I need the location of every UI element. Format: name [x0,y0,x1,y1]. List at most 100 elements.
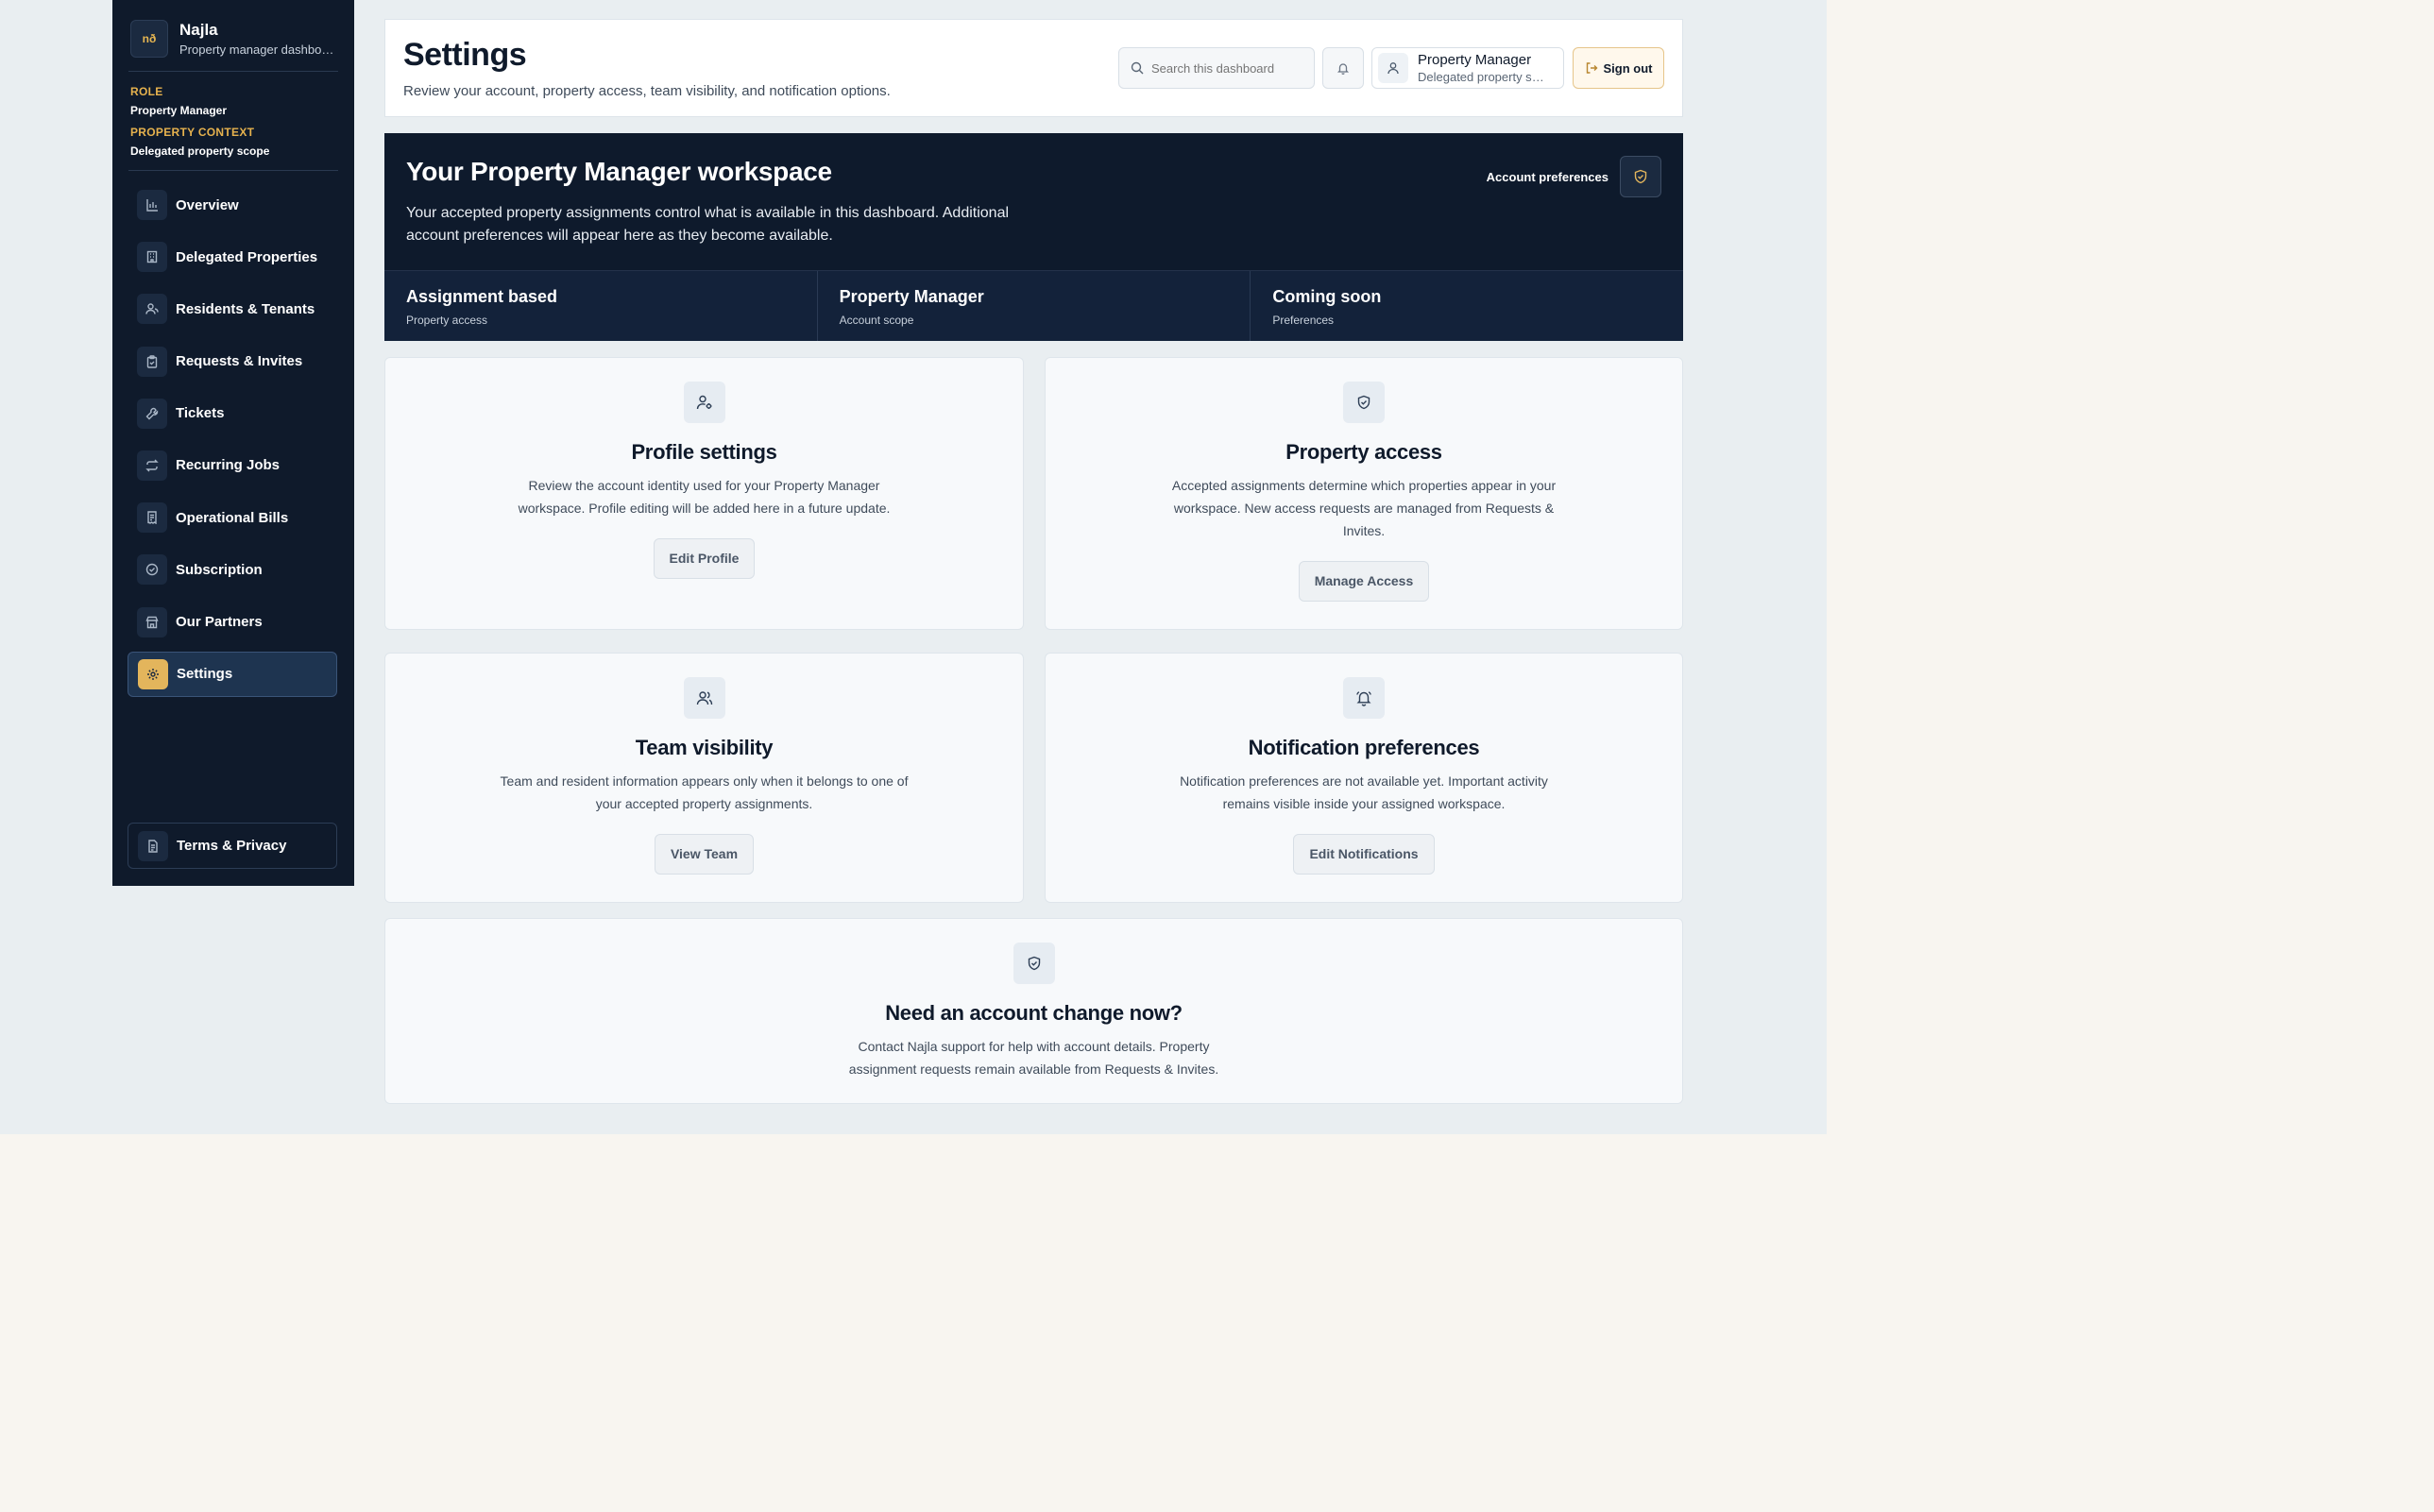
card-description: Contact Najla support for help with acco… [848,1039,1219,1077]
edit-notifications-button[interactable]: Edit Notifications [1293,834,1435,875]
edit-profile-button[interactable]: Edit Profile [653,538,756,579]
sign-out-icon [1585,61,1598,75]
sidebar-item-subscription[interactable]: Subscription [128,547,337,592]
card-title: Profile settings [631,440,777,464]
sign-out-button[interactable]: Sign out [1573,47,1664,89]
sidebar-item-label: Tickets [176,405,225,422]
divider [128,71,338,72]
card-title: Notification preferences [1248,736,1480,759]
manage-access-button[interactable]: Manage Access [1298,561,1430,602]
users-icon [137,294,167,325]
workspace-hero: Your Property Manager workspace Your acc… [384,133,1684,341]
notifications-button[interactable] [1322,47,1364,89]
gear-icon [138,658,168,689]
sidebar-item-label: Requests & Invites [176,353,303,370]
property-access-card: Property access Accepted assignments det… [1045,357,1683,630]
sidebar-item-settings[interactable]: Settings [128,651,337,697]
user-name: Property Manager [1418,52,1532,68]
role-value: Property Manager [130,104,228,117]
stat-subtitle: Preferences [1272,314,1335,327]
brand-subtitle: Property manager dashboard [179,42,338,57]
user-settings-icon [683,382,725,423]
card-title: Need an account change now? [885,1001,1183,1025]
sidebar-item-operational-bills[interactable]: Operational Bills [128,495,337,540]
shield-check-icon[interactable] [1620,156,1661,197]
sidebar-item-label: Overview [176,196,239,213]
stat-subtitle: Account scope [839,314,914,327]
stat-title: Property Manager [839,287,984,306]
card-description: Review the account identity used for you… [518,478,891,516]
document-icon [138,830,168,861]
page-subtitle: Review your account, property access, te… [403,83,891,99]
account-preferences-label: Account preferences [1486,169,1608,184]
sidebar-item-label: Delegated Properties [176,248,318,265]
role-block: ROLE Property Manager PROPERTY CONTEXT D… [130,85,269,166]
wrench-icon [137,398,167,429]
card-description: Accepted assignments determine which pro… [1171,478,1557,538]
terms-privacy-link[interactable]: Terms & Privacy [128,823,337,869]
check-circle-icon [137,554,167,586]
app-viewport: nð Najla Property manager dashboard ROLE… [0,0,1827,1134]
search-box[interactable] [1118,47,1315,89]
page-title: Settings [403,37,527,73]
property-context-label: PROPERTY CONTEXT [130,126,255,139]
card-description: Notification preferences are not availab… [1180,773,1548,811]
stat-title: Coming soon [1272,287,1382,306]
terms-privacy-label: Terms & Privacy [177,838,287,854]
view-team-button[interactable]: View Team [654,834,755,875]
account-change-card: Need an account change now? Contact Najl… [384,918,1683,1104]
stat-subtitle: Property access [406,314,488,327]
card-title: Team visibility [635,736,774,759]
shield-check-icon [1013,943,1055,984]
sign-out-label: Sign out [1603,60,1653,76]
stat-account-scope: Property Manager Account scope [817,271,1251,341]
brand-name: Najla [179,21,218,39]
stat-preferences: Coming soon Preferences [1251,271,1684,341]
store-icon [137,606,167,637]
page-header: Settings Review your account, property a… [384,19,1683,117]
bar-chart-icon [137,190,167,220]
role-label: ROLE [130,85,163,98]
bell-icon [1336,61,1350,75]
sidebar-item-overview[interactable]: Overview [128,182,337,228]
sidebar-item-recurring-jobs[interactable]: Recurring Jobs [128,443,337,488]
hero-title: Your Property Manager workspace [406,157,832,186]
search-icon [1131,61,1144,75]
notification-preferences-card: Notification preferences Notification pr… [1045,653,1683,903]
sidebar-item-requests-invites[interactable]: Requests & Invites [128,339,337,384]
sidebar-item-label: Settings [177,666,233,683]
card-description: Team and resident information appears on… [500,773,909,811]
team-visibility-card: Team visibility Team and resident inform… [384,653,1024,903]
stat-title: Assignment based [406,287,558,306]
users-icon [683,677,725,719]
building-icon [137,242,167,273]
bell-ring-icon [1343,677,1385,719]
sidebar-item-residents-tenants[interactable]: Residents & Tenants [128,286,337,331]
hero-stats: Assignment based Property access Propert… [384,270,1684,341]
property-context-value: Delegated property scope [130,144,270,158]
sidebar-item-delegated-properties[interactable]: Delegated Properties [128,234,337,280]
repeat-icon [137,450,167,481]
account-preferences[interactable]: Account preferences [1487,156,1661,197]
profile-settings-card: Profile settings Review the account iden… [384,357,1024,630]
avatar [1378,53,1408,83]
hero-description: Your accepted property assignments contr… [406,205,1010,244]
sidebar-item-tickets[interactable]: Tickets [128,391,337,436]
sidebar-item-our-partners[interactable]: Our Partners [128,600,337,645]
clipboard-icon [137,346,167,377]
receipt-icon [137,502,167,534]
search-input[interactable] [1151,60,1293,76]
sidebar-item-label: Recurring Jobs [176,457,281,474]
card-title: Property access [1285,440,1442,464]
brand-logo: nð [130,20,168,58]
sidebar-item-label: Our Partners [176,614,263,630]
sidebar-item-label: Subscription [176,561,263,578]
brand[interactable]: nð Najla Property manager dashboard [130,20,338,58]
sidebar: nð Najla Property manager dashboard ROLE… [112,0,354,886]
user-scope: Delegated property scope [1418,70,1550,84]
shield-check-icon [1343,382,1385,423]
sidebar-nav: Overview Delegated Properties Residents … [128,182,337,704]
user-menu[interactable]: Property Manager Delegated property scop… [1371,47,1564,89]
divider [128,170,338,171]
stat-property-access: Assignment based Property access [384,271,818,341]
